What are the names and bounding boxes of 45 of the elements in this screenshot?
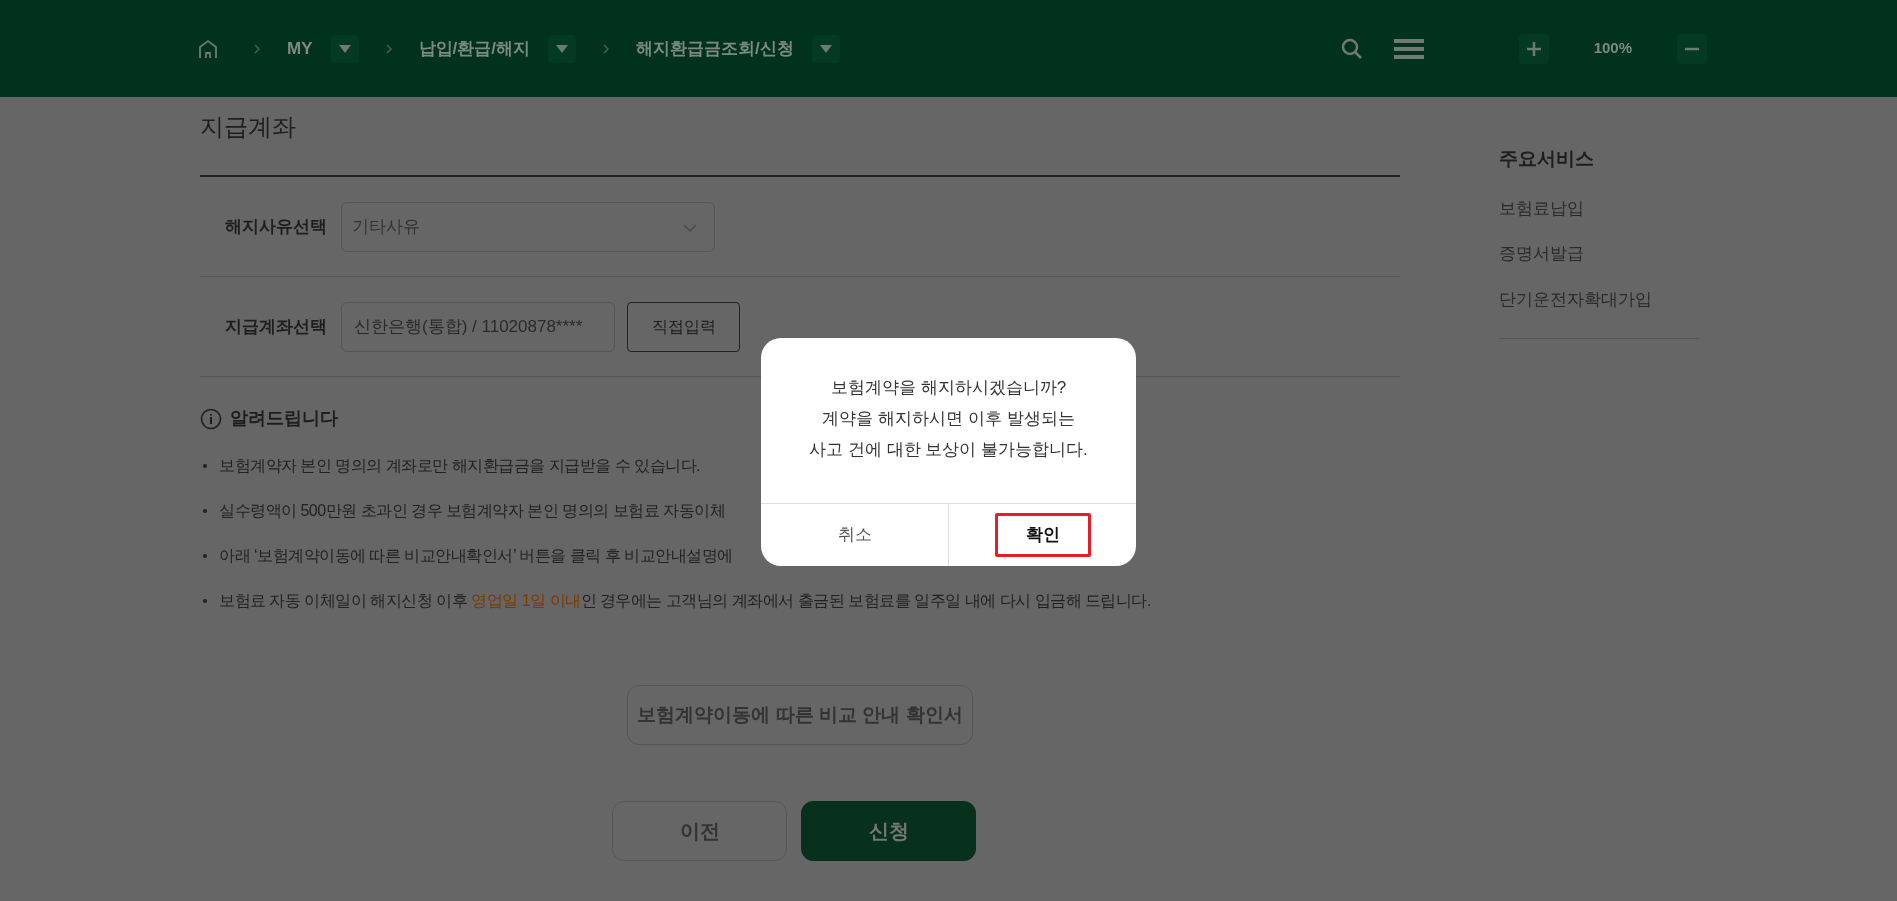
notice-text: 아래 ‘보험계약이동에 따른 비교안내확인서’ 버튼을 클릭 후 비교안내설명에: [219, 546, 733, 566]
chevron-icon: [601, 43, 610, 54]
bullet-icon: [203, 464, 207, 468]
breadcrumb-link[interactable]: 해지환급금조회/신청: [635, 35, 794, 62]
notice-title: 알려드립니다: [230, 407, 338, 430]
caret-icon: [555, 44, 568, 53]
dropdown-button[interactable]: [811, 34, 840, 63]
plus-icon: [1526, 41, 1541, 56]
caret-icon: [338, 44, 351, 53]
zoom-out-button[interactable]: [1677, 33, 1707, 64]
chevron-icon: [253, 43, 261, 54]
home-icon[interactable]: [197, 37, 219, 60]
bullet-icon: [203, 554, 207, 558]
sidebar-link[interactable]: 단기운전자확대가입: [1499, 286, 1699, 312]
notice-text: 실수령액이 500만원 초과인 경우 보험계약자 본인 명의의 보험료 자동이체: [219, 501, 726, 521]
dropdown-button[interactable]: [547, 34, 576, 63]
search-icon[interactable]: [1339, 36, 1364, 61]
dialog-message: 계약을 해지하시면 이후 발생되는: [822, 408, 1075, 430]
section-title: 지급계좌: [200, 112, 297, 142]
chevron-down-icon: [683, 224, 697, 232]
bullet-icon: [203, 599, 207, 603]
field-label: 지급계좌선택: [225, 315, 328, 338]
submit-button[interactable]: 신청: [801, 801, 976, 861]
dialog-message: 보험계약을 해지하시겠습니까?: [830, 377, 1067, 399]
chevron-icon: [384, 43, 393, 54]
bullet-icon: [203, 509, 207, 513]
cancel-button[interactable]: 취소: [806, 513, 903, 557]
breadcrumb-link[interactable]: 납입/환급/해지: [418, 35, 530, 62]
dropdown-button[interactable]: [330, 34, 359, 63]
notice-text: 보험계약자 본인 명의의 계좌로만 해지환급금을 지급받을 수 있습니다.: [219, 456, 701, 476]
zoom-level: 100%: [1593, 38, 1632, 59]
dialog-message: 사고 건에 대한 보상이 불가능합니다.: [809, 439, 1088, 461]
sidebar-link[interactable]: 보험료납입: [1499, 195, 1699, 221]
sidebar-title: 주요서비스: [1499, 147, 1595, 171]
menu-icon[interactable]: [1393, 37, 1424, 60]
direct-input-button[interactable]: 직접입력: [627, 301, 740, 352]
notice-text: 보험료 자동 이체일이 해지신청 이후 영업일 1일 이내인 경우에는 고객님의 계좌에서 출금된 보험료를 일주일 내에 다시 입금해 드립니다.: [219, 591, 1151, 611]
zoom-in-button[interactable]: [1518, 33, 1549, 64]
confirm-button[interactable]: 확인: [994, 513, 1091, 557]
breadcrumb-link[interactable]: MY: [287, 35, 313, 62]
sidebar-link[interactable]: 증명서발급: [1499, 241, 1699, 267]
caret-icon: [819, 44, 832, 53]
account-field[interactable]: 신한은행(통합) / 11020878****: [341, 301, 615, 352]
info-icon: [200, 407, 222, 430]
field-label: 해지사유선택: [225, 215, 328, 238]
